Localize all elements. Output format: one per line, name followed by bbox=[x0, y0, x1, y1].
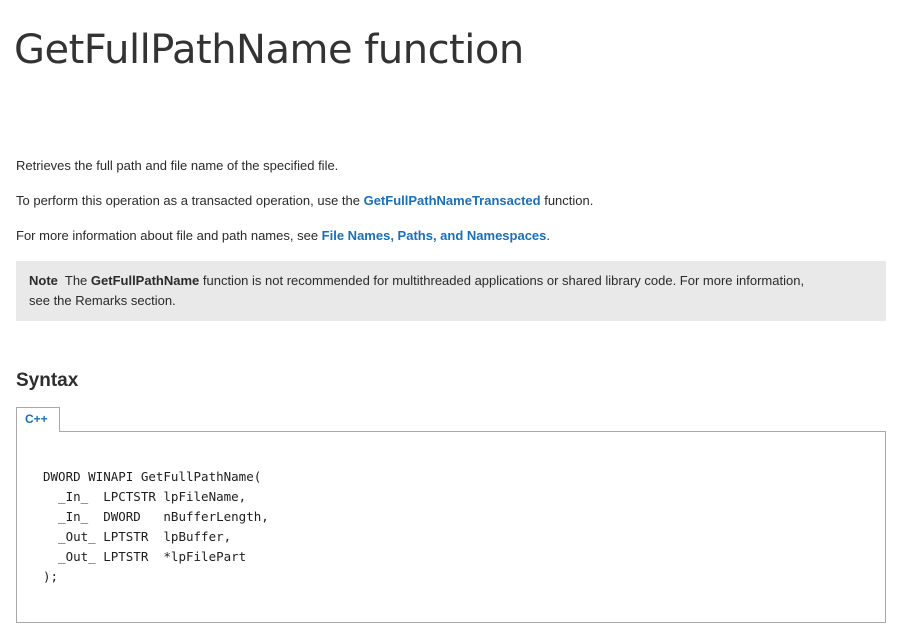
more-info-text-before: For more information about file and path… bbox=[16, 228, 322, 243]
transacted-text-after: function. bbox=[540, 193, 594, 208]
note-function-name: GetFullPathName bbox=[90, 273, 200, 288]
syntax-heading: Syntax bbox=[16, 370, 79, 391]
description-text: Retrieves the full path and file name of… bbox=[16, 158, 339, 173]
getfullpathnametransacted-link[interactable]: GetFullPathNameTransacted bbox=[364, 193, 541, 208]
page-title: GetFullPathName function bbox=[14, 27, 524, 73]
transacted-paragraph: To perform this operation as a transacte… bbox=[16, 191, 593, 211]
transacted-text-before: To perform this operation as a transacte… bbox=[16, 193, 364, 208]
note-box: Note The GetFullPathName function is not… bbox=[16, 261, 886, 321]
note-text-line2: see the Remarks section. bbox=[29, 293, 176, 308]
note-text-pre: The bbox=[64, 273, 91, 288]
code-language-tab-cpp[interactable]: C++ bbox=[16, 407, 60, 432]
note-label: Note bbox=[29, 273, 58, 288]
code-text: DWORD WINAPI GetFullPathName( _In_ LPCTS… bbox=[43, 469, 269, 584]
file-names-paths-namespaces-link[interactable]: File Names, Paths, and Namespaces bbox=[322, 228, 547, 243]
note-text-line1: function is not recommended for multithr… bbox=[199, 273, 805, 288]
description-paragraph: Retrieves the full path and file name of… bbox=[16, 156, 338, 176]
code-block: DWORD WINAPI GetFullPathName( _In_ LPCTS… bbox=[16, 431, 886, 623]
more-info-paragraph: For more information about file and path… bbox=[16, 226, 550, 246]
more-info-text-after: . bbox=[546, 228, 551, 243]
